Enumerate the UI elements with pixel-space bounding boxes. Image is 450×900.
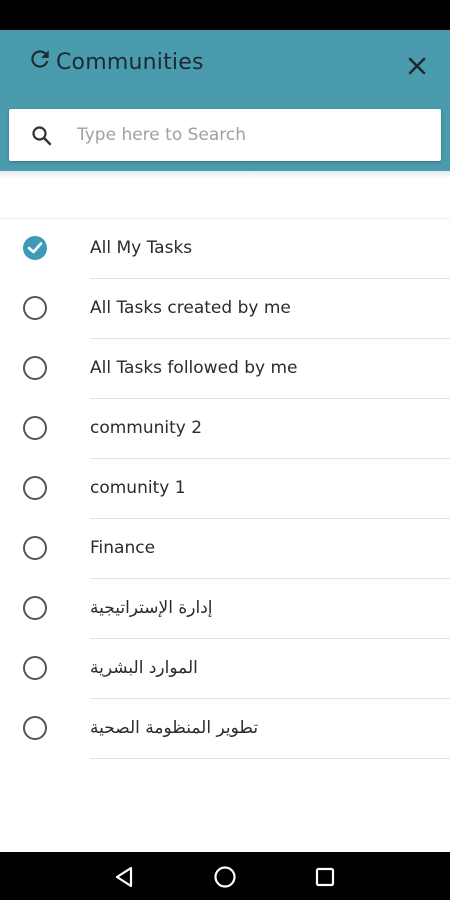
list-item-label: Finance — [90, 538, 156, 558]
radio-unchecked-icon[interactable] — [23, 476, 47, 500]
radio-unchecked-icon[interactable] — [23, 296, 47, 320]
community-list: All My Tasks All Tasks created by me All… — [0, 219, 450, 759]
list-item-label: comunity 1 — [90, 478, 186, 498]
list-item[interactable]: All My Tasks — [0, 219, 450, 279]
list-item[interactable]: All Tasks created by me — [0, 279, 450, 339]
list-item-label: الموارد البشرية — [90, 658, 198, 678]
list-item[interactable]: All Tasks followed by me — [0, 339, 450, 399]
home-circle-icon[interactable] — [212, 864, 238, 890]
list-item[interactable]: إدارة الإستراتيجية — [0, 579, 450, 639]
search-icon — [31, 125, 53, 147]
header-row: Communities — [0, 30, 450, 102]
list-item[interactable]: community 2 — [0, 399, 450, 459]
list-item-label: All Tasks followed by me — [90, 358, 298, 378]
radio-unchecked-icon[interactable] — [23, 536, 47, 560]
list-item[interactable]: تطوير المنظومة الصحية — [0, 699, 450, 759]
divider — [90, 758, 450, 759]
app-header: Communities — [0, 30, 450, 171]
list-item-label: تطوير المنظومة الصحية — [90, 718, 259, 738]
search-input[interactable] — [77, 109, 427, 161]
radio-unchecked-icon[interactable] — [23, 356, 47, 380]
list-item-label: All Tasks created by me — [90, 298, 291, 318]
recents-square-icon[interactable] — [312, 864, 338, 890]
radio-checked-icon[interactable] — [23, 236, 47, 260]
refresh-icon[interactable] — [27, 46, 53, 72]
close-icon[interactable] — [403, 52, 431, 80]
search-box[interactable] — [9, 109, 441, 161]
radio-unchecked-icon[interactable] — [23, 596, 47, 620]
list-item-label: All My Tasks — [90, 238, 193, 258]
radio-unchecked-icon[interactable] — [23, 716, 47, 740]
back-triangle-icon[interactable] — [112, 864, 138, 890]
radio-unchecked-icon[interactable] — [23, 416, 47, 440]
status-bar — [0, 0, 450, 30]
list-item[interactable]: الموارد البشرية — [0, 639, 450, 699]
list-item[interactable]: Finance — [0, 519, 450, 579]
navigation-bar — [0, 852, 450, 900]
radio-unchecked-icon[interactable] — [23, 656, 47, 680]
page-title: Communities — [56, 50, 204, 75]
header-shadow — [0, 171, 450, 179]
list-item-label: إدارة الإستراتيجية — [90, 598, 213, 618]
list-item[interactable]: comunity 1 — [0, 459, 450, 519]
list-item-label: community 2 — [90, 418, 203, 438]
